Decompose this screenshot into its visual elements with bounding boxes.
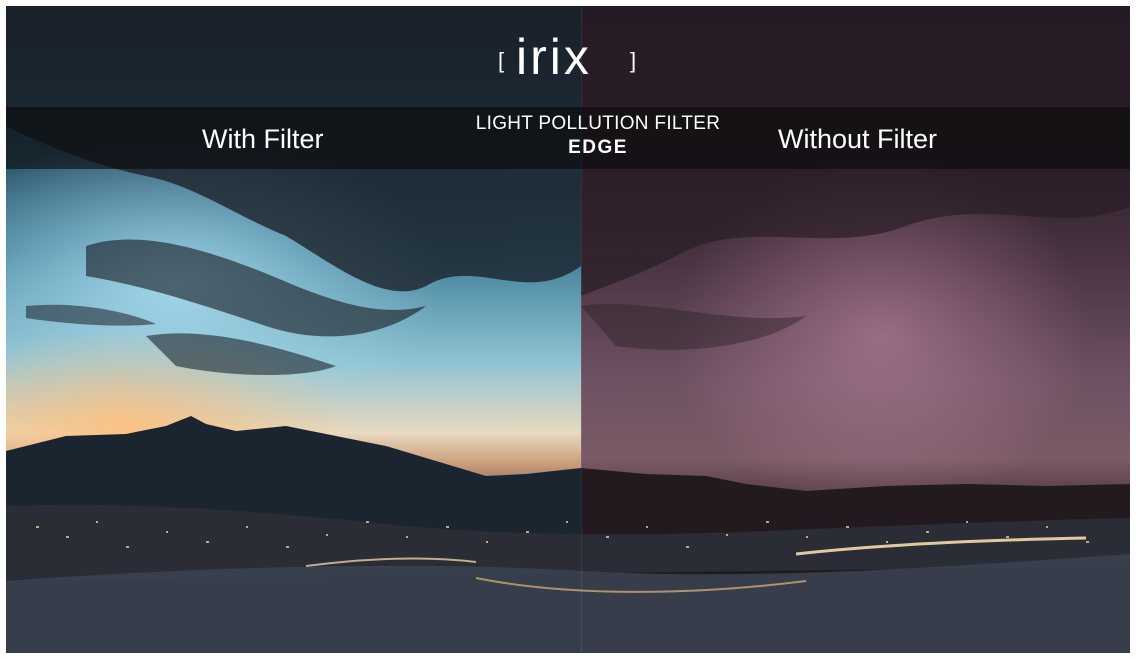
without-filter-half — [581, 6, 1130, 653]
split-divider — [581, 6, 582, 653]
without-filter-label: Without Filter — [778, 124, 938, 154]
product-name: EDGE — [568, 137, 628, 158]
svg-text:]: ] — [630, 48, 636, 73]
with-filter-half — [6, 6, 581, 653]
svg-text:[: [ — [498, 48, 504, 73]
product-line-title: LIGHT POLLUTION FILTER — [475, 113, 721, 134]
with-filter-label: With Filter — [202, 124, 324, 154]
irix-logo-mark: [ irix ] — [498, 29, 636, 84]
comparison-photo: [ irix ] With Filter LIGHT POLLUTION FIL… — [6, 6, 1130, 653]
svg-text:irix: irix — [516, 29, 592, 84]
irix-logo: [ irix ] — [6, 26, 1130, 86]
product-title: LIGHT POLLUTION FILTER EDGE — [398, 114, 798, 158]
